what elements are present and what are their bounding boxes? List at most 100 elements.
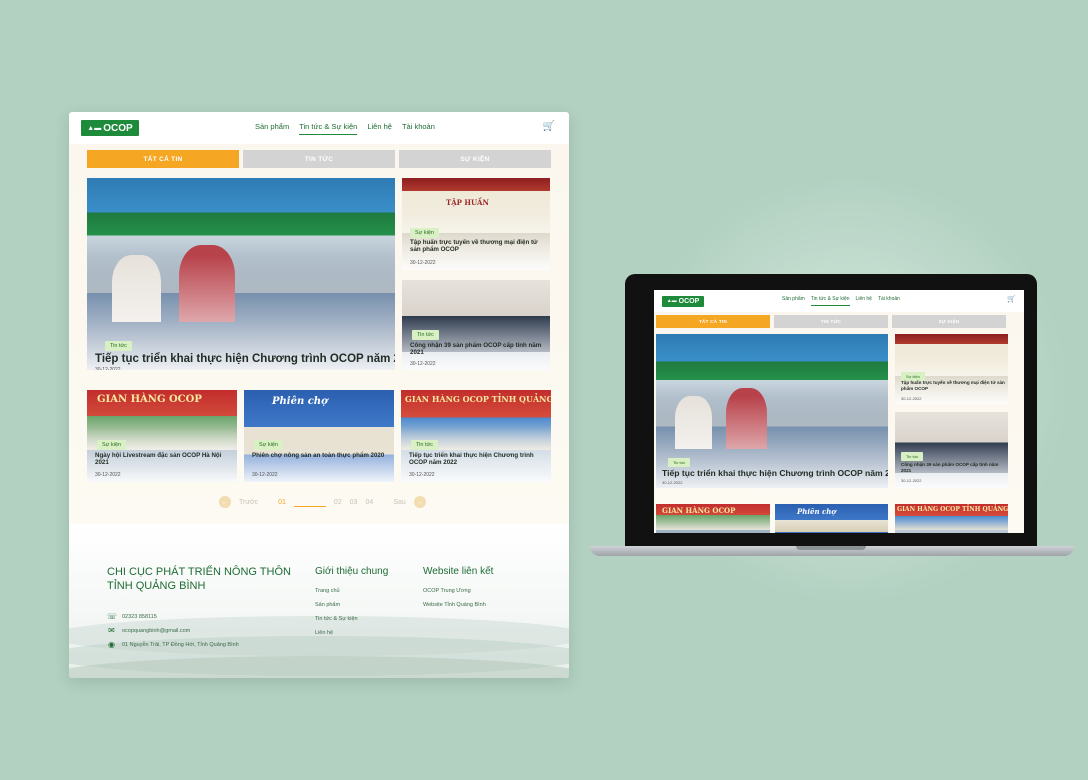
image-sign-text: GIAN HÀNG OCOP TỈNH QUẢNG [405,394,551,404]
image-sign-text: Phiên chợ [797,507,837,516]
nav-item-news-events[interactable]: Tin tức & Sự kiện [299,122,358,135]
article-date: 30-12-2022 [410,361,436,367]
nav-item-products[interactable]: Sản phẩm [255,122,289,135]
footer-intro-title: Giới thiệu chung [315,566,389,577]
footer-link-province-site[interactable]: Website Tỉnh Quảng Bình [423,602,486,608]
image-sign-text: TẬP HUẤN [446,198,489,207]
nav-item-news-events[interactable]: Tin tức & Sự kiện [810,296,850,306]
footer-link-ocop-central[interactable]: OCOP Trung Ương [423,588,471,594]
side-article-card-2[interactable]: Tin tức Công nhận 39 sản phẩm OCOP cấp t… [895,412,1008,488]
footer-websites-title: Website liên kết [423,566,494,577]
tab-all-news[interactable]: TẤT CẢ TIN [656,315,770,328]
article-title[interactable]: Phiên chợ nông sản an toàn thực phẩm 202… [252,452,392,459]
ocop-logo[interactable]: ▲▬ OCOP [81,120,139,136]
image-sign-text: GIAN HÀNG OCOP TỈNH QUẢNG [897,506,1008,513]
image-sign-text: Phiên chợ [272,396,328,407]
article-badge: Sự kiện [410,228,439,238]
featured-article-title[interactable]: Tiếp tục triển khai thực hiện Chương trì… [662,468,888,478]
article-card-row-3[interactable]: GIAN HÀNG OCOP TỈNH QUẢNG [895,504,1008,533]
page-01[interactable]: 01 [278,499,286,506]
footer-phone: ☏ 02323 858115 [107,612,157,621]
article-badge: Tin tức [668,458,691,467]
tab-news[interactable]: TIN TỨC [774,315,888,328]
nav-item-account[interactable]: Tài khoản [402,122,435,135]
article-title[interactable]: Tiếp tục triển khai thực hiện Chương trì… [409,452,549,467]
footer-link-contact[interactable]: Liên hệ [315,630,333,636]
article-date: 30-12-2022 [410,260,436,266]
organization-name: CHI CỤC PHÁT TRIỂN NÔNG THÔN TỈNH QUẢNG … [107,566,291,592]
article-card-row-2[interactable]: Phiên chợ Sự kiện Phiên chợ nông sản an … [244,390,394,482]
featured-article-title[interactable]: Tiếp tục triển khai thực hiện Chương trì… [95,353,395,367]
article-card-row-3[interactable]: GIAN HÀNG OCOP TỈNH QUẢNG Tin tức Tiếp t… [401,390,551,482]
next-arrow-icon[interactable]: → [413,496,426,508]
footer-link-home[interactable]: Trang chủ [315,588,340,594]
ocop-logo[interactable]: ▲▬ OCOP [662,295,704,307]
laptop-top-nav: ▲▬ OCOP Sản phẩm Tin tức & Sự kiện Liên h… [654,290,1024,312]
mail-icon: ✉ [108,626,115,635]
logo-mark-icon: ▲▬ [87,124,102,132]
footer-link-news[interactable]: Tin tức & Sự kiện [315,616,358,622]
nav-item-products[interactable]: Sản phẩm [782,296,805,306]
nav-item-contact[interactable]: Liên hệ [856,296,872,306]
cart-icon[interactable]: 🛒 [543,121,555,132]
laptop-news-section: TẤT CẢ TIN TIN TỨC SỰ KIỆN Tin tức Tiếp … [654,312,1024,533]
page-04[interactable]: 04 [366,499,374,506]
laptop-main-menu: Sản phẩm Tin tức & Sự kiện Liên hệ Tài k… [782,296,900,306]
location-pin-icon: ◉ [108,640,115,649]
footer: CHI CỤC PHÁT TRIỂN NÔNG THÔN TỈNH QUẢNG … [69,524,569,678]
filter-tabs: TẤT CẢ TIN TIN TỨC SỰ KIỆN [87,150,551,168]
main-menu: Sản phẩm Tin tức & Sự kiện Liên hệ Tài k… [255,122,435,135]
image-sign-text: GIAN HÀNG OCOP [97,394,202,405]
pagination-next[interactable]: Sau [393,499,405,506]
article-card-row-1[interactable]: GIAN HÀNG OCOP [656,504,770,533]
article-badge: Sự kiện [254,440,283,450]
tab-events[interactable]: SỰ KIỆN [892,315,1006,328]
image-sign-text: GIAN HÀNG OCOP [662,506,736,515]
featured-article-card[interactable]: Tin tức Tiếp tục triển khai thực hiện Ch… [656,334,888,488]
article-date: 30-12-2022 [901,478,922,483]
footer-link-products[interactable]: Sản phẩm [315,602,340,608]
nav-item-contact[interactable]: Liên hệ [367,122,392,135]
article-badge: Tin tức [105,341,132,351]
side-article-title-1[interactable]: Tập huấn trực tuyến về thương mại điện t… [901,380,1005,391]
article-title[interactable]: Ngày hội Livestream đặc sản OCOP Hà Nội … [95,452,235,467]
article-date: 30-12-2022 [901,396,922,401]
laptop-website-preview: ▲▬ OCOP Sản phẩm Tin tức & Sự kiện Liên h… [654,290,1024,533]
footer-email: ✉ ocopquangbinh@gmail.com [108,626,191,635]
prev-arrow-icon[interactable]: ← [219,496,231,508]
footer-address: ◉ 01 Nguyễn Trãi, TP Đồng Hới, Tỉnh Quảng… [108,640,239,649]
page-03[interactable]: 03 [350,499,358,506]
article-date: 30-12-2022 [662,480,683,485]
filter-tabs: TẤT CẢ TIN TIN TỨC SỰ KIỆN [656,315,1006,328]
article-date: 30-12-2022 [409,472,435,478]
side-article-card-2[interactable]: Tin tức Công nhận 39 sản phẩm OCOP cấp t… [402,280,550,370]
cart-icon[interactable]: 🛒 [1007,295,1016,303]
page-02[interactable]: 02 [334,499,342,506]
laptop-notch [796,546,866,550]
article-date: 30-12-2022 [95,472,121,478]
side-article-title-2[interactable]: Công nhận 39 sản phẩm OCOP cấp tỉnh năm … [410,342,542,357]
pagination-prev[interactable]: Trước [239,499,258,506]
article-card-row-1[interactable]: GIAN HÀNG OCOP Sự kiện Ngày hội Livestre… [87,390,237,482]
pagination: ← Trước 01 02 03 04 Sau → [219,496,426,508]
article-date: 30-12-2022 [252,472,278,478]
tab-all-news[interactable]: TẤT CẢ TIN [87,150,239,168]
featured-article-card[interactable]: Tin tức Tiếp tục triển khai thực hiện Ch… [87,178,395,370]
side-article-title-2[interactable]: Công nhận 39 sản phẩm OCOP cấp tỉnh năm … [901,462,1001,473]
logo-mark-icon: ▲▬ [666,298,677,304]
current-page-indicator [293,505,326,507]
article-badge: Tin tức [901,452,924,461]
side-article-card-1[interactable]: Sự kiện Tập huấn trực tuyến về thương mạ… [895,334,1008,404]
website-mockup: ▲▬ OCOP Sản phẩm Tin tức & Sự kiện Liên h… [69,112,569,678]
nav-item-account[interactable]: Tài khoản [878,296,900,306]
article-date: 30-12-2022 [95,367,121,370]
top-nav: ▲▬ OCOP Sản phẩm Tin tức & Sự kiện Liên h… [69,112,569,144]
article-card-row-2[interactable]: Phiên chợ [775,504,888,533]
tab-news[interactable]: TIN TỨC [243,150,395,168]
side-article-card-1[interactable]: TẬP HUẤN Sự kiện Tập huấn trực tuyến về … [402,178,550,270]
article-badge: Tin tức [411,440,438,450]
article-badge: Tin tức [412,330,439,340]
tab-events[interactable]: SỰ KIỆN [399,150,551,168]
side-article-title-1[interactable]: Tập huấn trực tuyến về thương mại điện t… [410,239,546,254]
news-section: TẤT CẢ TIN TIN TỨC SỰ KIỆN Tin tức Tiếp … [69,144,569,524]
